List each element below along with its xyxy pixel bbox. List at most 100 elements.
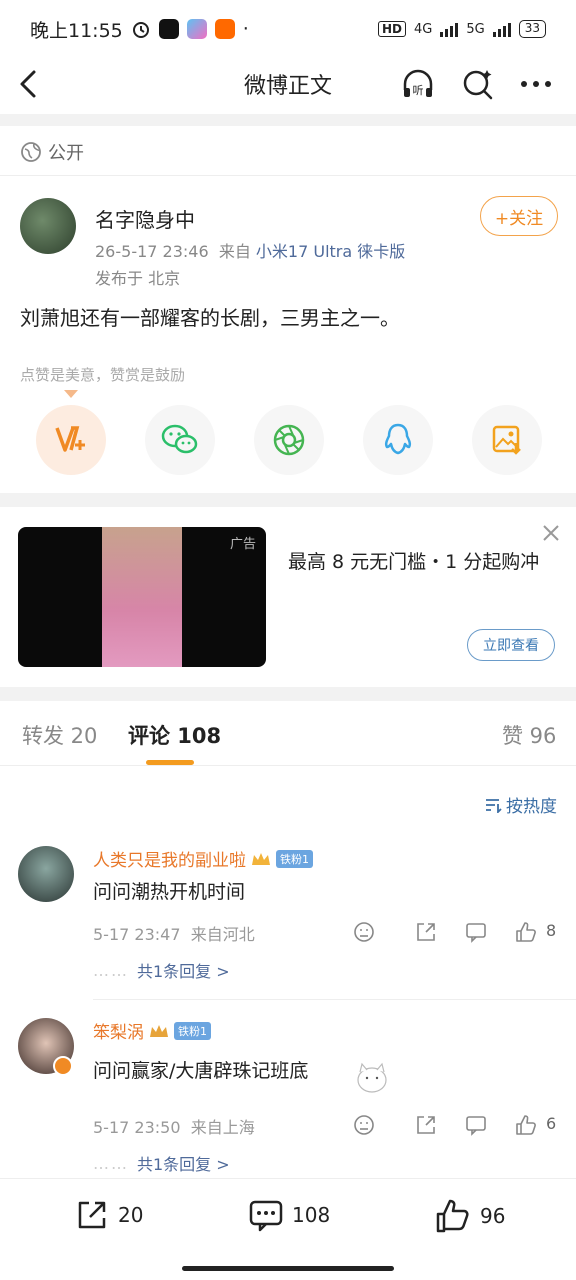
comment-divider: [93, 999, 576, 1000]
reply-count-text: 共1条回复 >: [137, 962, 230, 981]
like-thumb-icon[interactable]: [514, 920, 538, 944]
repost-icon: [78, 1201, 106, 1229]
reply-dots: ……: [93, 960, 129, 980]
comment-button[interactable]: 108: [248, 1197, 330, 1233]
comment-time: 5-17 23:50: [93, 1118, 181, 1137]
comment-time: 5-17 23:47: [93, 925, 181, 944]
reply-count-text: 共1条回复 >: [137, 1155, 230, 1174]
interaction-tabs: 转发 20 评论 108 赞 96: [0, 704, 576, 766]
reward-vplus-button[interactable]: [36, 405, 106, 475]
comment-location: 来自上海: [190, 1118, 255, 1137]
share-reward-row: [36, 405, 546, 477]
comment-like-count: 6: [546, 1114, 557, 1133]
comment-meta: 5-17 23:50 来自上海: [93, 1114, 255, 1138]
ad-view-button[interactable]: 立即查看: [467, 629, 555, 661]
tab-repost[interactable]: 转发 20: [22, 720, 97, 750]
commenter-name[interactable]: 人类只是我的副业啦 铁粉1: [93, 846, 313, 871]
share-moments-button[interactable]: [254, 405, 324, 475]
listen-headphones-icon[interactable]: 听: [400, 66, 436, 102]
fan-badge: 铁粉1: [174, 1021, 211, 1040]
fan-badge: 铁粉1: [276, 849, 313, 868]
sort-by-hot-button[interactable]: 按热度: [484, 792, 557, 817]
post-device[interactable]: 小米17 Ultra 徕卡版: [256, 242, 405, 261]
like-count: 96: [480, 1204, 506, 1228]
section-gap: [0, 493, 576, 507]
reply-dots: ……: [93, 1153, 129, 1173]
more-notifications-dot: ·: [242, 18, 249, 40]
post-meta: 26-5-17 23:46 来自 小米17 Ultra 徕卡版: [95, 238, 405, 262]
comment-text: 问问赢家/大唐辟珠记班底: [93, 1060, 309, 1082]
visibility-label: 公开: [48, 142, 84, 164]
comment-actions: 6: [352, 1113, 562, 1137]
bottom-action-bar: 20 108 96: [0, 1178, 576, 1258]
tab-likes[interactable]: 赞 96: [502, 720, 556, 750]
comment-icon: [249, 1200, 283, 1232]
follow-button[interactable]: +关注: [480, 196, 558, 236]
cat-sticker-icon: [357, 1062, 387, 1093]
visibility-row: 公开: [0, 128, 576, 176]
qq-icon: [384, 423, 412, 455]
commenter-name-text: 人类只是我的副业啦: [93, 851, 246, 871]
share-qq-button[interactable]: [363, 405, 433, 475]
like-icon: [436, 1199, 469, 1233]
vplus-icon: [55, 426, 85, 452]
globe-icon: [21, 141, 41, 162]
dislike-face-icon[interactable]: [352, 1113, 376, 1137]
network-4g-label: 4G: [414, 21, 433, 37]
post-location: 发布于 北京: [95, 269, 181, 288]
close-icon[interactable]: [540, 522, 562, 544]
save-image-button[interactable]: [472, 405, 542, 475]
comment-meta: 5-17 23:47 来自河北: [93, 921, 255, 945]
like-button[interactable]: 96: [434, 1197, 505, 1235]
comment-location: 来自河北: [190, 925, 255, 944]
signal-5g-icon: [492, 21, 511, 37]
commenter-name[interactable]: 笨梨涡 铁粉1: [93, 1018, 211, 1043]
author-name[interactable]: 名字隐身中: [95, 204, 195, 233]
ad-text[interactable]: 最高 8 元无门槛・1 分起购冲: [288, 548, 558, 577]
hd-voice-icon: HD: [377, 21, 406, 37]
commenter-name-text: 笨梨涡: [93, 1023, 144, 1043]
post-time: 26-5-17 23:46: [95, 242, 209, 261]
network-5g-label: 5G: [466, 21, 485, 37]
ad-image[interactable]: 广告: [18, 527, 266, 667]
repost-count: 20: [118, 1203, 144, 1227]
ad-video-thumbnail: [102, 527, 182, 667]
comment-actions: 8: [352, 920, 562, 944]
crown-badge-icon: [252, 852, 270, 865]
status-bar: 晚上11:55 · HD 4G 5G 33: [0, 0, 576, 58]
share-wechat-button[interactable]: [145, 405, 215, 475]
section-gap: [0, 687, 576, 701]
reply-icon[interactable]: [464, 920, 488, 944]
repost-button[interactable]: 20: [74, 1197, 143, 1233]
home-indicator[interactable]: [182, 1266, 394, 1271]
gallery-app-icon: [186, 19, 207, 39]
more-options-icon[interactable]: [518, 66, 554, 102]
commenter-avatar[interactable]: [18, 846, 74, 902]
reply-icon[interactable]: [464, 1113, 488, 1137]
share-icon[interactable]: [414, 920, 438, 944]
crown-badge-icon: [150, 1024, 168, 1037]
view-replies-link[interactable]: …… 共1条回复 >: [93, 958, 230, 982]
tab-comments[interactable]: 评论 108: [128, 720, 221, 750]
verified-badge-icon: [53, 1056, 73, 1076]
section-gap: [0, 114, 576, 126]
sort-label: 按热度: [506, 797, 557, 817]
share-icon[interactable]: [414, 1113, 438, 1137]
comment-text: 问问潮热开机时间: [93, 881, 246, 903]
author-avatar[interactable]: [20, 198, 76, 254]
search-sparkle-icon[interactable]: [460, 66, 496, 102]
dislike-face-icon[interactable]: [352, 920, 376, 944]
alarm-icon: [132, 22, 149, 38]
status-time: 晚上11:55: [30, 19, 123, 42]
like-thumb-icon[interactable]: [514, 1113, 538, 1137]
save-image-icon: [492, 425, 521, 455]
ad-tag: 广告: [229, 537, 256, 552]
view-replies-link[interactable]: …… 共1条回复 >: [93, 1151, 230, 1175]
comment-like-count: 8: [546, 921, 557, 940]
sort-icon: [486, 798, 502, 813]
mi-app-icon: [214, 19, 235, 39]
comment-count: 108: [292, 1203, 331, 1227]
signal-4g-icon: [440, 21, 459, 37]
active-tab-indicator: [146, 760, 194, 765]
reward-hint: 点赞是美意，赞赏是鼓励: [20, 366, 186, 384]
